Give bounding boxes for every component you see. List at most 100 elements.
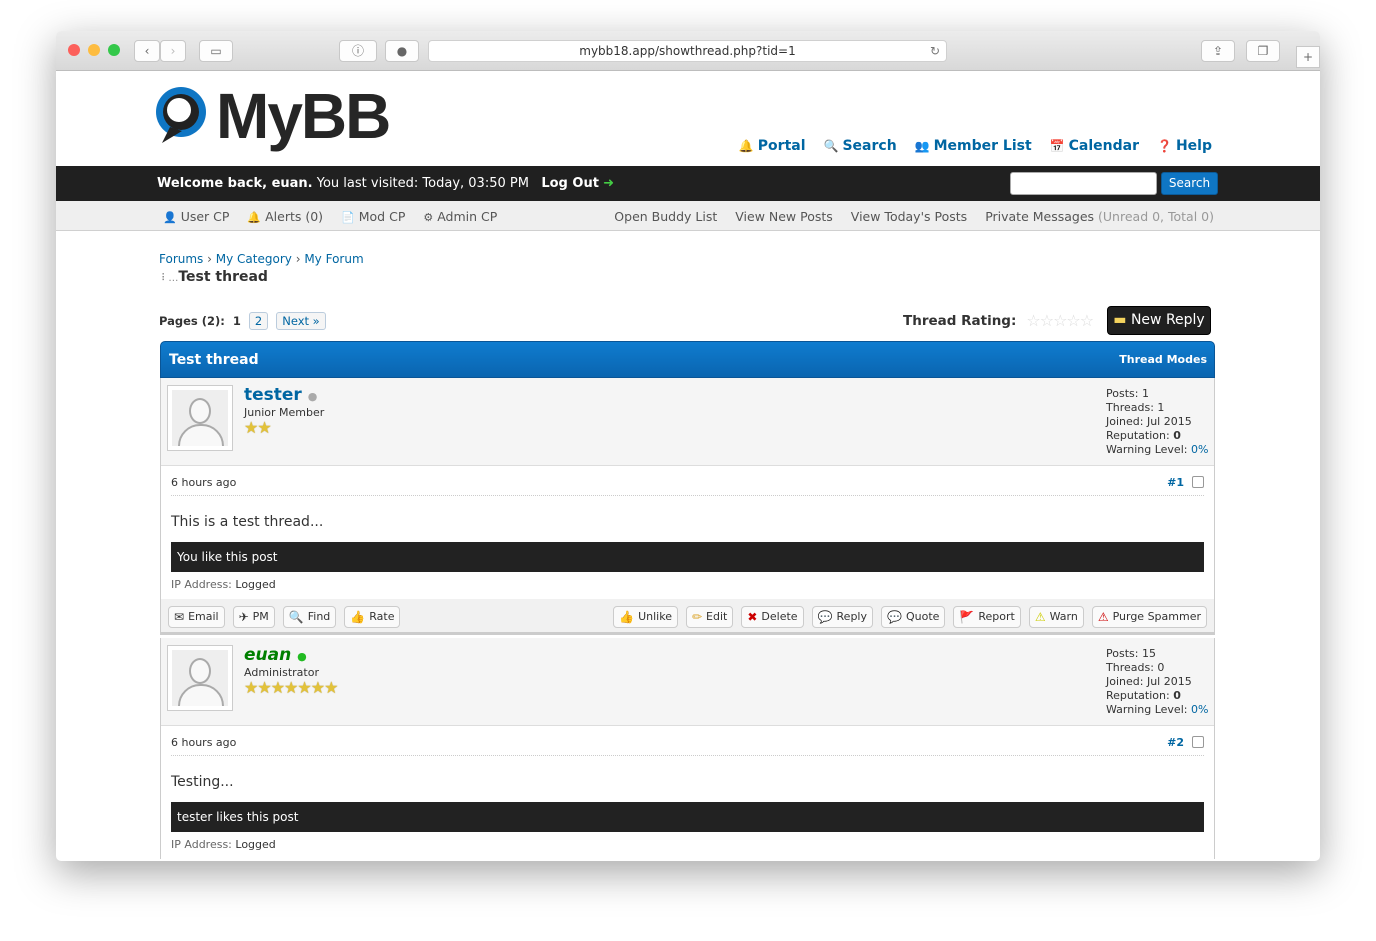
post-pm-button[interactable]: ✈ PM [232,606,275,628]
pages-label: Pages (2): [159,314,225,328]
reload-icon[interactable]: ↻ [930,41,940,61]
post-likes-bar: tester likes this post [171,802,1204,832]
breadcrumb-forums[interactable]: Forums [159,252,203,266]
rating-label: Thread Rating: [903,312,1017,329]
help-icon: ❓ [1157,139,1172,153]
post-edit-button[interactable]: ✏ Edit [685,606,734,628]
toplink-calendar[interactable]: 📅 Calendar [1050,138,1139,154]
sidebar-icon[interactable]: ▭ [199,40,233,62]
ip-address: IP Address: Logged [171,578,276,591]
post-body: Testing... [171,774,234,790]
post-purge-spammer-button[interactable]: ⚠ Purge Spammer [1091,606,1207,628]
panel-link-admin[interactable]: ⚙ Admin CP [423,209,497,224]
post-quote-button[interactable]: 💬 Quote [881,606,946,628]
post-number-link[interactable]: #1 [1167,476,1184,489]
edit-icon: ✏ [691,610,703,624]
back-button[interactable]: ‹ [134,40,160,62]
panel-link-user[interactable]: 👤 User CP [163,209,229,224]
post: euan ● Administrator ★★★★★★★ Posts: 15 Th… [160,638,1215,859]
browser-window: ‹ › ▭ ⓘ ● mybb18.app/showthread.php?tid=… [56,31,1320,861]
email-icon: ✉ [174,610,185,624]
logo-bubble-icon [156,87,206,143]
post-unlike-button[interactable]: 👍 Unlike [613,606,678,628]
online-status-icon: ● [297,650,307,663]
extension-icon[interactable]: ⓘ [339,40,377,62]
rating-stars[interactable]: ☆☆☆☆☆ [1026,311,1094,330]
breadcrumb: Forums › My Category › My Forum [159,252,364,266]
avatar[interactable] [167,645,233,711]
search-button[interactable]: Search [1161,172,1218,195]
next-page-link[interactable]: Next » [276,312,326,330]
panel-icon: 📄 [341,211,355,224]
post-select-checkbox[interactable] [1192,476,1204,488]
offline-status-icon: ● [307,390,318,403]
panel-link[interactable]: View New Posts [735,209,833,224]
breadcrumb-current: ⠇…Test thread [161,269,268,285]
author-name[interactable]: tester ● [244,385,317,405]
reply-icon: ▬ [1113,312,1127,328]
post-body: This is a test thread... [171,514,324,530]
welcome-greeting: Welcome back, euan. [157,176,313,191]
share-icon[interactable]: ⇪ [1201,40,1235,62]
warning-level-link[interactable]: 0% [1191,703,1208,716]
purge-spammer-icon: ⚠ [1097,610,1109,624]
post-reply-button[interactable]: 💬 Reply [811,606,873,628]
post-find-button[interactable]: 🔍 Find [282,606,337,628]
quote-icon: 💬 [887,610,902,624]
forward-button[interactable]: › [160,40,186,62]
close-window-button[interactable] [68,44,80,56]
post-number-link[interactable]: #2 [1167,736,1184,749]
thread-header-title: Test thread [169,352,259,368]
thread-modes-link[interactable]: Thread Modes [1119,353,1207,366]
avatar[interactable] [167,385,233,451]
toplink-search[interactable]: 🔍 Search [824,138,897,154]
ublock-icon[interactable]: ● [385,40,419,62]
post: tester ● Junior Member ★★ Posts: 1 Thread… [160,378,1215,635]
author-stats: Posts: 1 Threads: 1 Joined: Jul 2015 Reput… [1106,387,1209,456]
last-visit: You last visited: Today, 03:50 PM [316,176,529,191]
page-current: 1 [232,314,241,328]
panel-link[interactable]: View Today's Posts [851,209,967,224]
new-reply-button[interactable]: ▬ New Reply [1107,306,1211,335]
private-messages-link[interactable]: Private Messages (Unread 0, Total 0) [985,209,1214,224]
toplink-member-list[interactable]: 👥 Member List [915,138,1032,154]
post-email-button[interactable]: ✉ Email [168,606,225,628]
warning-level-link[interactable]: 0% [1191,443,1208,456]
user-stars: ★★ [244,418,272,437]
zoom-window-button[interactable] [108,44,120,56]
rate-icon: 👍 [350,610,366,624]
new-tab-button[interactable]: + [1296,46,1320,68]
search-input[interactable] [1010,172,1157,195]
post-author: euan ● Administrator ★★★★★★★ Posts: 15 Th… [161,638,1214,726]
post-delete-button[interactable]: ✖ Delete [741,606,804,628]
logout-arrow-icon: ➜ [603,176,614,191]
logo-text: MyBB [216,80,391,152]
post-report-button[interactable]: 🚩 Report [953,606,1021,628]
post-warn-button[interactable]: ⚠ Warn [1028,606,1084,628]
toplink-portal[interactable]: 🔔 Portal [739,138,806,154]
tabs-icon[interactable]: ❐ [1246,40,1280,62]
welcome-bar: Welcome back, euan. You last visited: To… [56,166,1320,201]
author-name[interactable]: euan ● [244,645,307,665]
minimize-window-button[interactable] [88,44,100,56]
bell-icon: 🔔 [738,139,754,153]
panel-link-mod[interactable]: 📄 Mod CP [341,209,405,224]
toplink-help[interactable]: ❓ Help [1157,138,1212,154]
post-select-checkbox[interactable] [1192,736,1204,748]
mybb-logo[interactable]: MyBB [152,79,391,153]
post-rate-button[interactable]: 👍 Rate [344,606,401,628]
logout-link[interactable]: Log Out [541,176,599,191]
panel-link[interactable]: Open Buddy List [614,209,717,224]
panel-icon: ⚙ [423,211,434,224]
pm-icon: ✈ [238,610,249,624]
browser-toolbar: ‹ › ▭ ⓘ ● mybb18.app/showthread.php?tid=… [56,31,1320,71]
user-stars: ★★★★★★★ [244,678,338,697]
pagination: Pages (2): 1 2 Next » [159,312,326,330]
breadcrumb-forum[interactable]: My Forum [304,252,363,266]
page-2-link[interactable]: 2 [248,312,269,330]
author-stats: Posts: 15 Threads: 0 Joined: Jul 2015 Repu… [1106,647,1209,716]
address-bar[interactable]: mybb18.app/showthread.php?tid=1 ↻ [428,40,947,62]
breadcrumb-category[interactable]: My Category [216,252,292,266]
search-icon: 🔍 [823,139,839,153]
panel-link-alerts[interactable]: 🔔 Alerts (0) [247,209,323,224]
